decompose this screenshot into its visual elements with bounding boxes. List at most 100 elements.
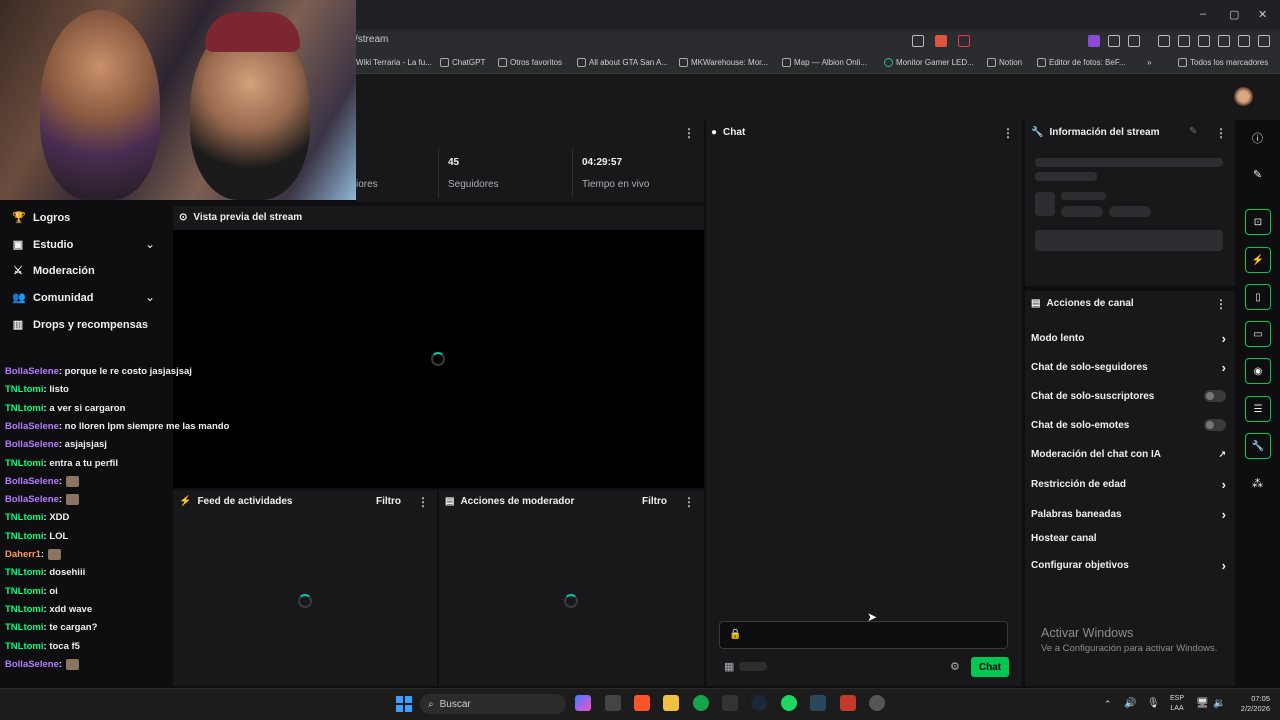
app-icon[interactable] xyxy=(605,695,621,711)
chat-username[interactable]: TNLtomi xyxy=(5,604,44,615)
bookmark-gta[interactable]: All about GTA San A... xyxy=(577,58,668,67)
tools-icon[interactable] xyxy=(1238,35,1250,47)
nav-moderacion[interactable]: ⚔ Moderación xyxy=(12,265,95,277)
taskbar-search[interactable]: ⌕ Buscar xyxy=(420,694,566,714)
chat-username[interactable]: BollaSelene xyxy=(5,476,59,487)
chat-username[interactable]: TNLtomi xyxy=(5,403,44,414)
toggle-switch[interactable] xyxy=(1204,419,1226,431)
action-moderacion-ia[interactable]: Moderación del chat con IA ↗ xyxy=(1031,449,1226,460)
tab-icon[interactable] xyxy=(1178,35,1190,47)
chat-username[interactable]: BollaSelene xyxy=(5,439,59,450)
rewards-icon[interactable] xyxy=(958,35,970,47)
activity-menu-icon[interactable]: ⋮ xyxy=(417,495,429,509)
channel-actions-menu-icon[interactable]: ⋮ xyxy=(1215,297,1227,311)
bookmark-monitor[interactable]: Monitor Gamer LED... xyxy=(884,58,974,67)
speaker-icon[interactable]: 🔉 xyxy=(1213,698,1225,709)
xbox-icon[interactable] xyxy=(693,695,709,711)
bookmark-albion[interactable]: Map — Albion Onli... xyxy=(782,58,867,67)
bookmark-chatgpt[interactable]: ChatGPT xyxy=(440,58,485,67)
nav-estudio[interactable]: ▣ Estudio xyxy=(12,239,74,251)
share-icon[interactable] xyxy=(912,35,924,47)
nav-comunidad[interactable]: 👥 Comunidad xyxy=(12,292,94,304)
action-solo-emotes[interactable]: Chat de solo-emotes xyxy=(1031,419,1226,431)
chat-username[interactable]: TNLtomi xyxy=(5,622,44,633)
bookmark-notion[interactable]: Notion xyxy=(987,58,1022,67)
brave-shield-icon[interactable] xyxy=(935,35,947,47)
minimize-button[interactable]: – xyxy=(1200,8,1206,20)
toolbar-btn-4[interactable]: ▭ xyxy=(1245,321,1271,347)
game-icon[interactable] xyxy=(840,695,856,711)
bookmark-mkwarehouse[interactable]: MKWarehouse: Mor... xyxy=(679,58,768,67)
chat-username[interactable]: BollaSelene xyxy=(5,421,59,432)
info-menu-icon[interactable]: ⋮ xyxy=(1215,126,1227,140)
puzzle-icon[interactable] xyxy=(1108,35,1120,47)
screenshot-icon[interactable] xyxy=(1128,35,1140,47)
info-icon[interactable]: ⓘ xyxy=(1252,130,1263,146)
bookmark-terraria[interactable]: Wiki Terraria - La fu... xyxy=(356,58,432,67)
nav-logros[interactable]: 🏆 Logros xyxy=(12,212,70,224)
toolbar-btn-5[interactable]: ◉ xyxy=(1245,358,1271,384)
toolbar-btn-6[interactable]: ☰ xyxy=(1245,396,1271,422)
action-configurar-objetivos[interactable]: Configurar objetivos › xyxy=(1031,558,1226,573)
store-icon[interactable]: ▦ xyxy=(724,660,734,673)
toggle-switch[interactable] xyxy=(1204,390,1226,402)
chat-username[interactable]: TNLtomi xyxy=(5,458,44,469)
action-solo-suscriptores[interactable]: Chat de solo-suscriptores xyxy=(1031,390,1226,402)
chat-username[interactable]: BollaSelene xyxy=(5,494,59,505)
activity-filter-button[interactable]: Filtro xyxy=(376,496,401,507)
copilot-icon[interactable] xyxy=(575,695,591,711)
chat-input[interactable] xyxy=(719,621,1008,649)
action-solo-seguidores[interactable]: Chat de solo-seguidores › xyxy=(1031,360,1226,375)
brave-icon[interactable] xyxy=(634,695,650,711)
mod-actions-filter-button[interactable]: Filtro xyxy=(642,496,667,507)
maximize-button[interactable]: ▢ xyxy=(1229,8,1239,21)
bookmark-befunky[interactable]: Editor de fotos: BeF... xyxy=(1037,58,1125,67)
send-chat-button[interactable]: Chat xyxy=(971,657,1009,677)
vpn-icon[interactable] xyxy=(1218,35,1230,47)
bookmarks-more-button[interactable]: » xyxy=(1147,58,1151,67)
toolbar-btn-2[interactable]: ⚡ xyxy=(1245,247,1271,273)
toolbar-btn-3[interactable]: ▯ xyxy=(1245,284,1271,310)
steam-icon[interactable] xyxy=(751,695,767,711)
chat-username[interactable]: TNLtomi xyxy=(5,531,44,542)
chat-username[interactable]: Daherr1 xyxy=(5,549,41,560)
clock[interactable]: 07:05 2/2/2026 xyxy=(1232,694,1270,714)
chevron-down-icon[interactable]: ⌄ xyxy=(145,237,155,251)
spotify-icon[interactable] xyxy=(781,695,797,711)
chat-username[interactable]: BollaSelene xyxy=(5,659,59,670)
volume-icon[interactable]: 🔊 xyxy=(1124,698,1136,709)
chat-username[interactable]: BollaSelene xyxy=(5,366,59,377)
mic-icon[interactable]: 🎙 xyxy=(1147,698,1160,709)
menu-icon[interactable] xyxy=(1258,35,1270,47)
tray-chevron-icon[interactable]: ⌃ xyxy=(1104,699,1112,710)
windows-start-icon[interactable] xyxy=(396,696,412,712)
mod-actions-menu-icon[interactable]: ⋮ xyxy=(683,495,695,509)
bookmark-otros[interactable]: Otros favoritos xyxy=(498,58,562,67)
chat-username[interactable]: TNLtomi xyxy=(5,567,44,578)
toolbar-btn-1[interactable]: ⊡ xyxy=(1245,209,1271,235)
close-button[interactable]: ✕ xyxy=(1258,8,1267,21)
epic-icon[interactable] xyxy=(722,695,738,711)
network-icon[interactable]: 🖥 xyxy=(1196,698,1209,709)
apps-icon[interactable]: ⁂ xyxy=(1252,477,1263,490)
chat-username[interactable]: TNLtomi xyxy=(5,384,44,395)
language-indicator[interactable]: ESP LAA xyxy=(1170,694,1184,714)
all-bookmarks-button[interactable]: Todos los marcadores xyxy=(1178,58,1268,67)
pencil-icon[interactable]: ✎ xyxy=(1253,168,1262,181)
gear-icon[interactable]: ⚙ xyxy=(950,660,960,673)
url-text[interactable]: /stream xyxy=(355,34,388,45)
stats-menu-icon[interactable]: ⋮ xyxy=(683,126,695,140)
user-avatar[interactable] xyxy=(1234,87,1253,106)
edit-icon[interactable]: ✎ xyxy=(1189,126,1197,137)
chat-username[interactable]: TNLtomi xyxy=(5,641,44,652)
action-modo-lento[interactable]: Modo lento › xyxy=(1031,331,1226,346)
sidebar-icon[interactable] xyxy=(1158,35,1170,47)
wallet-icon[interactable] xyxy=(1198,35,1210,47)
chevron-down-icon[interactable]: ⌄ xyxy=(145,290,155,304)
steam-app-icon[interactable] xyxy=(810,695,826,711)
extension-icon[interactable] xyxy=(1088,35,1100,47)
chat-menu-icon[interactable]: ⋮ xyxy=(1002,126,1014,140)
file-explorer-icon[interactable] xyxy=(663,695,679,711)
action-restriccion-edad[interactable]: Restricción de edad › xyxy=(1031,477,1226,492)
chat-username[interactable]: TNLtomi xyxy=(5,512,44,523)
